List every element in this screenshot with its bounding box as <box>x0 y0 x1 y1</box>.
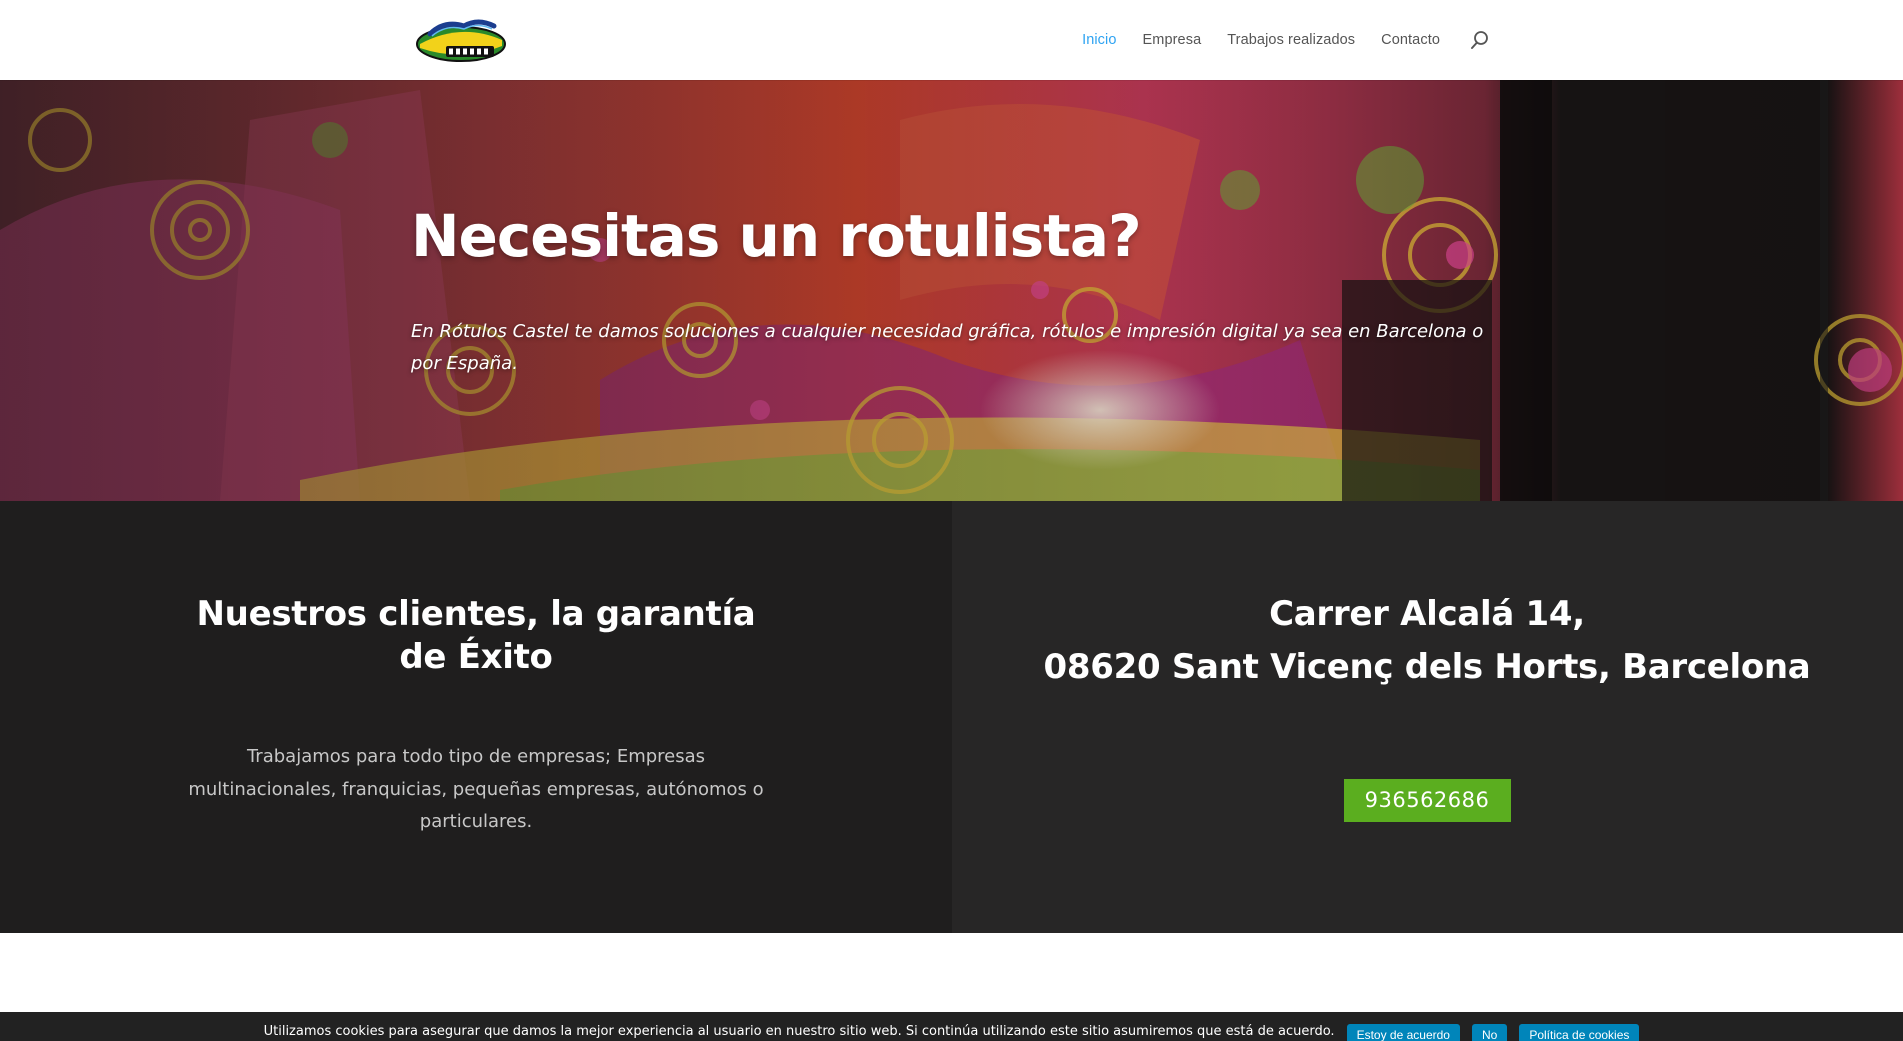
phone-button[interactable]: 936562686 <box>1343 779 1511 822</box>
cookie-text: Utilizamos cookies para asegurar que dam… <box>263 1024 1335 1039</box>
address-line-2: 08620 Sant Vicenç dels Horts, Barcelona <box>1043 647 1811 687</box>
hero-title: Necesitas un rotulista? <box>411 202 1142 270</box>
search-icon[interactable] <box>1470 30 1490 50</box>
clients-heading: Nuestros clientes, la garantía de Éxito <box>196 594 756 677</box>
clients-text: Trabajamos para todo tipo de empresas; E… <box>188 746 764 832</box>
main-nav: Inicio Empresa Trabajos realizados Conta… <box>1082 0 1490 80</box>
hero-section: Necesitas un rotulista? En Rótulos Caste… <box>0 80 1903 501</box>
nav-item-trabajos-realizados[interactable]: Trabajos realizados <box>1227 32 1355 48</box>
hero-overlay <box>0 80 1903 501</box>
cookie-accept-button[interactable]: Estoy de acuerdo <box>1346 1024 1460 1041</box>
nav-item-empresa[interactable]: Empresa <box>1143 32 1202 48</box>
cookie-bar: Utilizamos cookies para asegurar que dam… <box>0 1012 1903 1041</box>
site-header: Inicio Empresa Trabajos realizados Conta… <box>0 0 1903 80</box>
nav-item-contacto[interactable]: Contacto <box>1381 32 1440 48</box>
logo[interactable] <box>414 14 508 64</box>
clients-column: Nuestros clientes, la garantía de Éxito … <box>0 501 952 933</box>
cookie-policy-button[interactable]: Política de cookies <box>1519 1024 1640 1041</box>
cookie-reject-button[interactable]: No <box>1471 1024 1508 1041</box>
info-section: Nuestros clientes, la garantía de Éxito … <box>0 501 1903 933</box>
hero-subtitle: En Rótulos Castel te damos soluciones a … <box>411 321 1484 374</box>
address-line-1: Carrer Alcalá 14, <box>1269 594 1585 634</box>
nav-item-inicio[interactable]: Inicio <box>1082 32 1116 48</box>
address-column: Carrer Alcalá 14, 08620 Sant Vicenç dels… <box>951 501 1903 933</box>
